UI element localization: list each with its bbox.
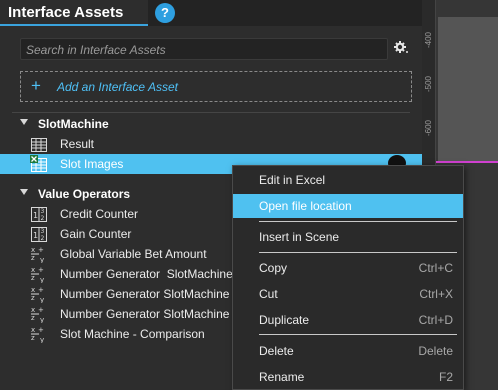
divider (12, 112, 410, 113)
ruler-label: -600 (424, 119, 433, 136)
panel-title: Interface Assets (8, 4, 124, 21)
menu-item-label: Cut (259, 287, 278, 301)
menu-item-label: Rename (259, 370, 305, 384)
menu-item-shortcut: F2 (438, 370, 453, 384)
menu-item-label: Copy (259, 261, 288, 275)
ruler-label: -400 (424, 31, 433, 48)
menu-item-shortcut: Ctrl+C (418, 261, 453, 275)
svg-text:z: z (31, 294, 35, 302)
svg-text:1: 1 (33, 231, 38, 240)
svg-text:3: 3 (41, 208, 45, 215)
settings-gear-icon[interactable] (392, 40, 410, 58)
search-placeholder: Search in Interface Assets (26, 43, 166, 57)
svg-text:x: x (31, 246, 35, 254)
menu-separator (259, 252, 457, 253)
svg-text:x: x (31, 326, 35, 334)
tab-interface-assets[interactable]: Interface Assets (0, 0, 148, 26)
guide-line (436, 161, 498, 163)
svg-text:x: x (31, 306, 35, 314)
ruler-label: -500 (424, 75, 433, 92)
menu-item-label: Open file location (259, 199, 352, 213)
group-header-slotmachine[interactable]: SlotMachine (0, 114, 422, 134)
menu-item-copy[interactable]: Copy Ctrl+C (233, 256, 463, 280)
excel-table-icon (30, 155, 47, 172)
svg-text:y: y (40, 336, 44, 343)
formula-icon: x +z y (31, 306, 44, 323)
svg-text:1: 1 (33, 211, 38, 220)
list-item-label: Number Generator SlotMachine (60, 267, 233, 281)
panel-titlebar: Interface Assets ? (0, 0, 422, 26)
menu-separator (259, 221, 457, 222)
svg-text:y: y (40, 316, 44, 323)
list-item-label: Number Generator SlotMachine (60, 287, 230, 301)
list-item-label: Gain Counter (60, 227, 132, 241)
collapse-arrow-icon (20, 119, 28, 125)
menu-item-rename[interactable]: Rename F2 (233, 365, 463, 389)
counter-icon: 1 32 (31, 227, 47, 242)
list-item-label: Credit Counter (60, 207, 139, 221)
svg-text:y: y (40, 256, 44, 263)
help-icon[interactable]: ? (155, 3, 175, 23)
list-item-label: Number Generator SlotMachine (60, 307, 230, 321)
svg-text:z: z (31, 274, 35, 282)
formula-icon: x +z y (31, 266, 44, 283)
menu-item-label: Edit in Excel (259, 173, 326, 187)
list-item-result[interactable]: Result (0, 134, 422, 154)
context-menu: Edit in Excel Open file location Insert … (232, 165, 464, 390)
svg-text:z: z (31, 254, 35, 262)
menu-item-duplicate[interactable]: Duplicate Ctrl+D (233, 308, 463, 332)
svg-text:+: + (38, 326, 44, 334)
add-interface-asset-button[interactable]: + Add an Interface Asset (20, 71, 412, 102)
menu-item-label: Insert in Scene (259, 230, 340, 244)
add-asset-label: Add an Interface Asset (57, 80, 178, 94)
menu-item-shortcut: Ctrl+D (418, 313, 453, 327)
menu-item-shortcut: Ctrl+X (419, 287, 453, 301)
svg-text:2: 2 (41, 215, 45, 222)
scene-object[interactable] (438, 17, 498, 163)
list-item-label: Global Variable Bet Amount (60, 247, 207, 261)
collapse-arrow-icon (20, 189, 28, 195)
svg-text:x: x (31, 266, 35, 274)
list-item-label: Result (60, 137, 95, 151)
svg-text:z: z (31, 334, 35, 342)
svg-text:z: z (31, 314, 35, 322)
svg-text:+: + (38, 286, 44, 294)
group-label: SlotMachine (38, 117, 109, 131)
formula-icon: x +z y (31, 286, 44, 303)
group-label: Value Operators (38, 187, 131, 201)
svg-text:3: 3 (41, 228, 45, 235)
menu-item-edit-in-excel[interactable]: Edit in Excel (233, 168, 463, 192)
search-input[interactable]: Search in Interface Assets (20, 38, 388, 60)
svg-text:y: y (40, 296, 44, 303)
svg-text:+: + (38, 266, 44, 274)
svg-text:+: + (38, 306, 44, 314)
tab-underline (0, 24, 148, 26)
svg-text:y: y (40, 276, 44, 283)
menu-item-delete[interactable]: Delete Delete (233, 339, 463, 363)
formula-icon: x +z y (31, 246, 44, 263)
menu-item-label: Delete (259, 344, 294, 358)
menu-item-cut[interactable]: Cut Ctrl+X (233, 282, 463, 306)
table-icon (31, 138, 47, 152)
list-item-label: Slot Images (60, 157, 124, 171)
menu-item-shortcut: Delete (418, 344, 453, 358)
plus-icon: + (31, 76, 41, 95)
formula-icon: x +z y (31, 326, 44, 343)
list-item-label: Slot Machine - Comparison (60, 327, 205, 341)
menu-item-insert-in-scene[interactable]: Insert in Scene (233, 225, 463, 249)
svg-text:+: + (38, 246, 44, 254)
svg-text:2: 2 (41, 235, 45, 242)
svg-text:x: x (31, 286, 35, 294)
menu-item-open-file-location[interactable]: Open file location (233, 194, 463, 218)
menu-item-label: Duplicate (259, 313, 310, 327)
counter-icon: 1 32 (31, 207, 47, 222)
menu-separator (259, 334, 457, 335)
